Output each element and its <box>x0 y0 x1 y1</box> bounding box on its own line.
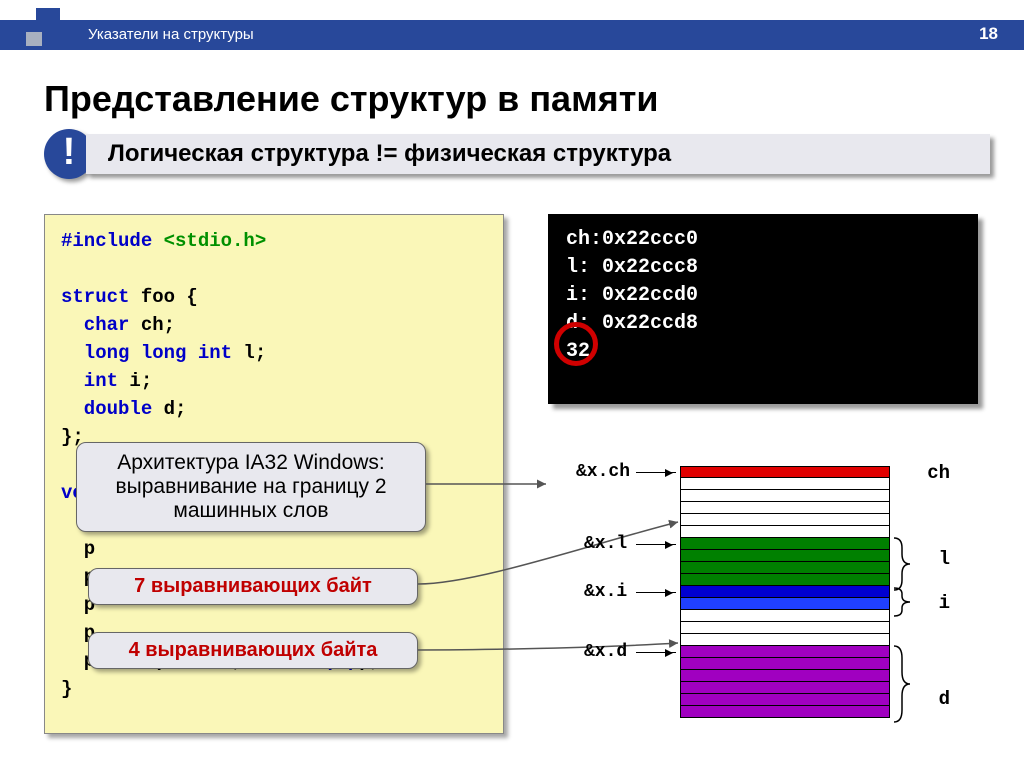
mem-byte-d <box>680 670 890 682</box>
brace-l <box>892 538 912 590</box>
console-output: ch:0x22ccc0 l: 0x22ccc8 i: 0x22ccd0 d: 0… <box>548 214 978 404</box>
mem-field-i: i <box>939 592 950 614</box>
code-keyword: long long int <box>61 342 232 364</box>
mem-field-l: l <box>939 548 950 570</box>
mem-byte-pad <box>680 490 890 502</box>
mem-byte-pad <box>680 610 890 622</box>
page-title: Представление структур в памяти <box>44 78 658 120</box>
code-keyword: int <box>61 370 118 392</box>
mem-byte-i <box>680 598 890 610</box>
code-keyword: char <box>61 314 129 336</box>
mem-byte-d <box>680 706 890 718</box>
header-logo <box>36 8 60 32</box>
mem-byte-ch <box>680 466 890 478</box>
arrow-d <box>636 652 676 653</box>
mem-field-ch: ch <box>927 462 950 484</box>
mem-addr-l: &x.l <box>584 534 627 554</box>
mem-byte-pad <box>680 478 890 490</box>
mem-addr-i: &x.i <box>584 582 627 602</box>
mem-addr-d: &x.d <box>584 642 627 662</box>
memory-diagram <box>680 466 890 718</box>
mem-byte-d <box>680 646 890 658</box>
mem-byte-d <box>680 694 890 706</box>
mem-byte-l <box>680 550 890 562</box>
mem-byte-pad <box>680 622 890 634</box>
code-include: <stdio.h> <box>152 230 266 252</box>
brace-d <box>892 646 912 722</box>
callout-arch: Архитектура IA32 Windows: выравнивание н… <box>76 442 426 532</box>
mem-byte-pad <box>680 502 890 514</box>
arrow-l <box>636 544 676 545</box>
mem-addr-ch: &x.ch <box>576 462 630 482</box>
breadcrumb-tab: Указатели на структуры <box>70 20 272 50</box>
mem-byte-i <box>680 586 890 598</box>
mem-byte-l <box>680 562 890 574</box>
code-keyword: #include <box>61 230 152 252</box>
arrow-i <box>636 592 676 593</box>
mem-byte-d <box>680 682 890 694</box>
mem-byte-pad <box>680 526 890 538</box>
mem-byte-pad <box>680 514 890 526</box>
subtitle: Логическая структура != физическая струк… <box>86 134 990 174</box>
mem-byte-d <box>680 658 890 670</box>
callout-pad4: 4 выравнивающих байта <box>88 632 418 669</box>
mem-byte-pad <box>680 634 890 646</box>
brace-i <box>892 588 912 616</box>
page-number: 18 <box>979 24 998 44</box>
code-keyword: struct <box>61 286 129 308</box>
mem-byte-l <box>680 538 890 550</box>
mem-byte-l <box>680 574 890 586</box>
highlight-circle <box>554 322 598 366</box>
callout-pad7: 7 выравнивающих байт <box>88 568 418 605</box>
arrow-ch <box>636 472 676 473</box>
code-keyword: double <box>61 398 152 420</box>
mem-field-d: d <box>939 688 950 710</box>
